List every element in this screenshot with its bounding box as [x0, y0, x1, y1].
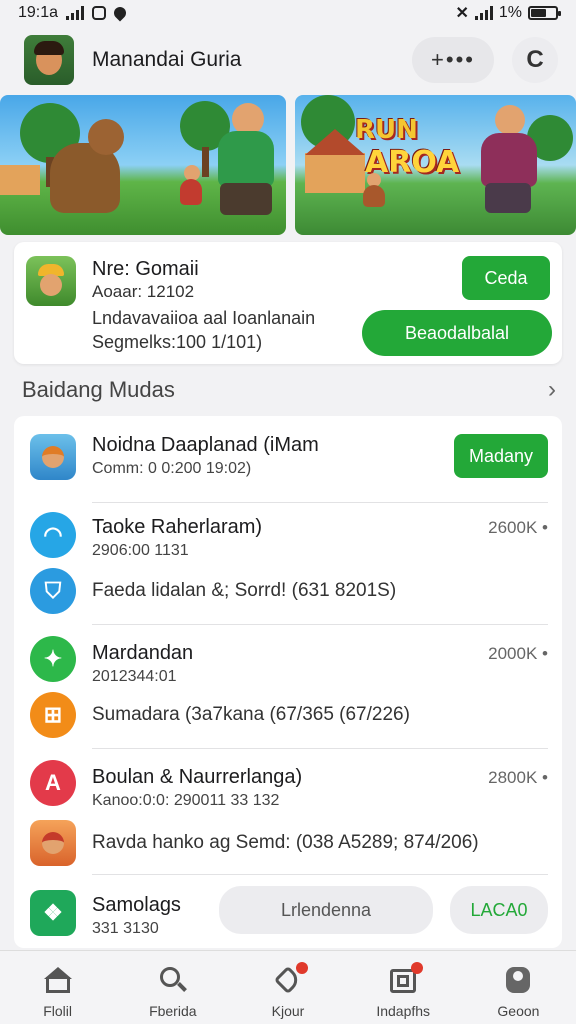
featured-app-card[interactable]: Nre: Gomaii Aoaar: 12102 Lndavavaiioa aa… — [14, 242, 562, 364]
tag-icon — [273, 962, 308, 995]
banner-2[interactable]: RUN AROA — [295, 95, 576, 235]
list-item[interactable]: ✦ Mardandan 2012344:01 2000K • ⊞ Sumadar… — [14, 630, 562, 748]
bottom-nav: Flolil Fberida Kjour Indapfhs Geoon — [0, 950, 576, 1024]
more-dot-icon: • — [542, 644, 548, 663]
notification-badge — [296, 962, 308, 974]
nav-label: Fberida — [149, 1003, 197, 1019]
app-subtitle: 331 3130 — [92, 920, 159, 937]
banner-carousel[interactable]: RUN AROA — [0, 95, 576, 235]
list-item[interactable]: Noidna Daaplanad (iMam Comm: 0 0:200 19:… — [14, 416, 562, 502]
nav-account[interactable]: Geoon — [461, 951, 576, 1024]
nav-label: Kjour — [271, 1003, 305, 1019]
status-bar: 19:1a ✕ 1% — [0, 0, 576, 26]
app-name: Mardandan — [92, 642, 194, 664]
page-title: Manandai Guria — [92, 48, 242, 71]
location-icon — [111, 4, 129, 22]
featured-app-icon — [26, 256, 76, 306]
chevron-right-icon[interactable]: › — [548, 376, 556, 404]
app-subtitle: 2012344:01 — [92, 668, 177, 685]
section-title: Baidang Mudas — [22, 377, 175, 402]
nav-search[interactable]: Fberida — [115, 951, 230, 1024]
divider — [92, 748, 548, 749]
home-icon — [43, 965, 73, 995]
battery-icon — [528, 6, 561, 20]
list-item[interactable]: ◠ Taoke Raherlaram) 2906:00 1131 2600K •… — [14, 506, 562, 624]
more-dot-icon: • — [542, 768, 548, 787]
nav-label: Flolil — [43, 1003, 72, 1019]
featured-app-name: Nre: Gomaii — [92, 258, 199, 280]
nav-updates[interactable]: Indapfhs — [346, 951, 461, 1024]
refresh-icon: C — [526, 46, 544, 73]
app-list: Noidna Daaplanad (iMam Comm: 0 0:200 19:… — [14, 416, 562, 948]
app-header: Manandai Guria +••• C — [24, 34, 558, 86]
game-character-icon — [30, 820, 76, 866]
mute-icon: ✕ — [455, 5, 469, 22]
featured-primary-button[interactable]: Ceda — [462, 256, 550, 300]
featured-app-subtitle: Aoaar: 12102 — [92, 282, 195, 301]
list-item[interactable]: ❖ Samolags 331 3130 Lrlendenna LACA0 — [14, 878, 562, 948]
app-name: Boulan & Naurrerlanga) — [92, 766, 303, 788]
more-dot-icon: • — [542, 518, 548, 537]
leaf-icon: ❖ — [30, 890, 76, 936]
app-size: 2800K • — [488, 768, 548, 787]
a-letter-icon: A — [30, 760, 76, 806]
cloud-icon: ◠ — [30, 512, 76, 558]
account-icon — [503, 965, 533, 995]
app-details: Faeda lidalan &; Sorrd! (631 8201S) — [92, 580, 397, 601]
status-time: 19:1a — [18, 4, 59, 21]
game-logo: RUN AROA — [355, 115, 460, 180]
banner-1[interactable] — [0, 95, 286, 235]
featured-secondary-button[interactable]: Beaodalbalal — [362, 310, 552, 356]
nav-label: Geoon — [497, 1003, 540, 1019]
search-field[interactable]: Lrlendenna — [219, 886, 433, 934]
refresh-button[interactable]: C — [512, 37, 558, 83]
app-subtitle: Comm: 0 0:200 19:02) — [92, 460, 252, 477]
grid-icon: ⊞ — [30, 692, 76, 738]
nav-tag[interactable]: Kjour — [230, 951, 345, 1024]
app-details: Sumadara (3a7kana (67/365 (67/226) — [92, 704, 410, 725]
battery-percent: 1% — [498, 4, 522, 21]
app-name: Samolags — [92, 894, 181, 916]
featured-app-description: Lndavavaiioa aal Ioanlanain Segmelks:100… — [92, 308, 316, 352]
app-subtitle: 2906:00 1131 — [92, 542, 189, 559]
section-header[interactable]: Baidang Mudas › — [22, 372, 556, 408]
more-button[interactable]: +••• — [412, 37, 494, 83]
app-size: 2000K • — [488, 644, 548, 663]
nav-label: Indapfhs — [376, 1003, 431, 1019]
action-button[interactable]: LACA0 — [450, 886, 548, 934]
shield-icon: ⛉ — [30, 568, 76, 614]
app-size: 2600K • — [488, 518, 548, 537]
divider — [92, 874, 548, 875]
updates-icon — [388, 962, 424, 995]
app-details: Ravda hanko ag Semd: (038 A5289; 874/206… — [92, 832, 479, 853]
bird-icon: ✦ — [30, 636, 76, 682]
search-icon — [158, 965, 188, 995]
divider — [92, 624, 548, 625]
cell-signal-icon — [474, 6, 493, 20]
divider — [92, 502, 548, 503]
app-subtitle: Kanoo:0:0: 290011 33 132 — [92, 792, 280, 809]
app-name: Taoke Raherlaram) — [92, 516, 263, 538]
notification-icon — [92, 6, 107, 20]
avatar[interactable] — [24, 35, 74, 85]
signal-icon — [66, 6, 85, 20]
app-icon — [30, 434, 76, 480]
nav-home[interactable]: Flolil — [0, 951, 115, 1024]
app-name: Noidna Daaplanad (iMam — [92, 434, 319, 456]
list-item[interactable]: A Boulan & Naurrerlanga) Kanoo:0:0: 2900… — [14, 754, 562, 872]
notification-badge — [411, 962, 424, 974]
install-button[interactable]: Madany — [454, 434, 548, 478]
